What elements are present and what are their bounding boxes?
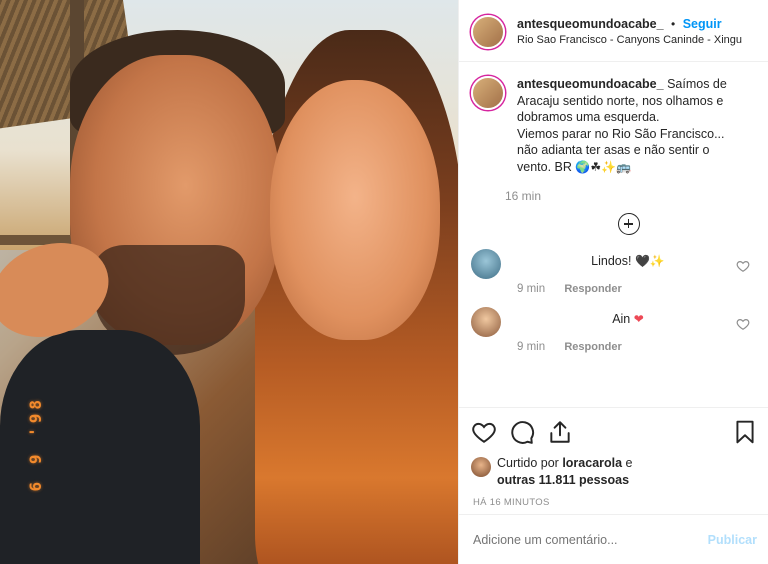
likes-text: Curtido por loracarola e outras 11.811 p… [497, 455, 633, 489]
comment-text-body: Ain [612, 312, 634, 326]
comment-text: Lindos! 🖤✨ [517, 249, 739, 269]
action-bar [459, 407, 768, 455]
bookmark-icon[interactable] [732, 419, 758, 445]
heart-outline-icon[interactable] [471, 419, 497, 445]
add-comment-bar: Publicar [459, 514, 768, 564]
commenter-avatar[interactable] [471, 307, 501, 337]
post-photo[interactable]: 6 9 '98 [0, 0, 458, 564]
likes-mid: e [622, 456, 633, 470]
comment-text-body: Lindos! [591, 254, 635, 268]
comment-time[interactable]: 9 min [517, 283, 545, 295]
caption-time[interactable]: 16 min [505, 189, 755, 203]
likes-summary: Curtido por loracarola e outras 11.811 p… [459, 455, 768, 489]
caption-line-0: Saímos de [667, 77, 727, 91]
likes-others-link[interactable]: outras 11.811 pessoas [497, 473, 629, 487]
post-caption: antesqueomundoacabe_ Saímos de Aracaju s… [471, 76, 756, 203]
share-upload-icon[interactable] [547, 419, 573, 445]
caption-text: antesqueomundoacabe_ Saímos de Aracaju s… [517, 76, 755, 175]
caption-line-2: dobramos uma esquerda. [517, 110, 660, 124]
caption-author-avatar[interactable] [471, 76, 505, 110]
comment-meta: 9 min Responder [517, 283, 739, 295]
caption-line-4: não adianta ter asas e não sentir o [517, 143, 710, 157]
photo-woman-face [270, 80, 440, 340]
post-location[interactable]: Rio Sao Francisco - Canyons Caninde - Xi… [517, 32, 742, 48]
comment-item: Lindos! 🖤✨ 9 min Responder [471, 249, 756, 295]
caption-line-1: Aracaju sentido norte, nos olhamos e [517, 93, 724, 108]
follow-button[interactable]: Seguir [683, 17, 722, 31]
caption-username[interactable]: antesqueomundoacabe_ [517, 77, 664, 91]
reply-button[interactable]: Responder [564, 341, 621, 353]
author-username[interactable]: antesqueomundoacabe_ [517, 17, 664, 31]
comment-emoji: 🖤✨ [634, 254, 665, 268]
comment-emoji: ❤ [633, 312, 644, 326]
likes-prefix: Curtido por [497, 456, 563, 470]
post-header: antesqueomundoacabe_ • Seguir Rio Sao Fr… [459, 0, 768, 62]
caption-line-5: vento. BR [517, 159, 572, 174]
header-separator: • [671, 16, 676, 31]
speech-bubble-icon[interactable] [509, 419, 535, 445]
photo-date-stamp: 6 9 '98 [26, 396, 45, 492]
reply-button[interactable]: Responder [564, 283, 621, 295]
post-age[interactable]: HÁ 16 MINUTOS [459, 489, 768, 508]
author-avatar[interactable] [471, 14, 505, 49]
post-header-meta: antesqueomundoacabe_ • Seguir Rio Sao Fr… [517, 16, 742, 48]
publish-button[interactable]: Publicar [708, 533, 757, 547]
commenter-avatar[interactable] [471, 249, 501, 279]
comment-item: Ain ❤ 9 min Responder [471, 307, 756, 353]
comment-meta: 9 min Responder [517, 341, 739, 353]
plus-circle-icon[interactable] [617, 213, 640, 235]
comment-text: Ain ❤ [517, 307, 739, 327]
comment-time[interactable]: 9 min [517, 341, 545, 353]
liker-username[interactable]: loracarola [562, 456, 622, 470]
comment-heart-icon[interactable] [736, 317, 750, 331]
caption-line-3: Viemos parar no Rio São Francisco... [517, 126, 725, 141]
caption-emojis: 🌍☘✨🚌 [575, 159, 631, 174]
post-side-panel: antesqueomundoacabe_ • Seguir Rio Sao Fr… [458, 0, 768, 564]
comments-area[interactable]: antesqueomundoacabe_ Saímos de Aracaju s… [459, 62, 768, 407]
comment-heart-icon[interactable] [736, 259, 750, 273]
load-more-wrap [471, 213, 756, 235]
comment-input[interactable] [473, 532, 708, 547]
liker-avatar[interactable] [471, 457, 491, 477]
